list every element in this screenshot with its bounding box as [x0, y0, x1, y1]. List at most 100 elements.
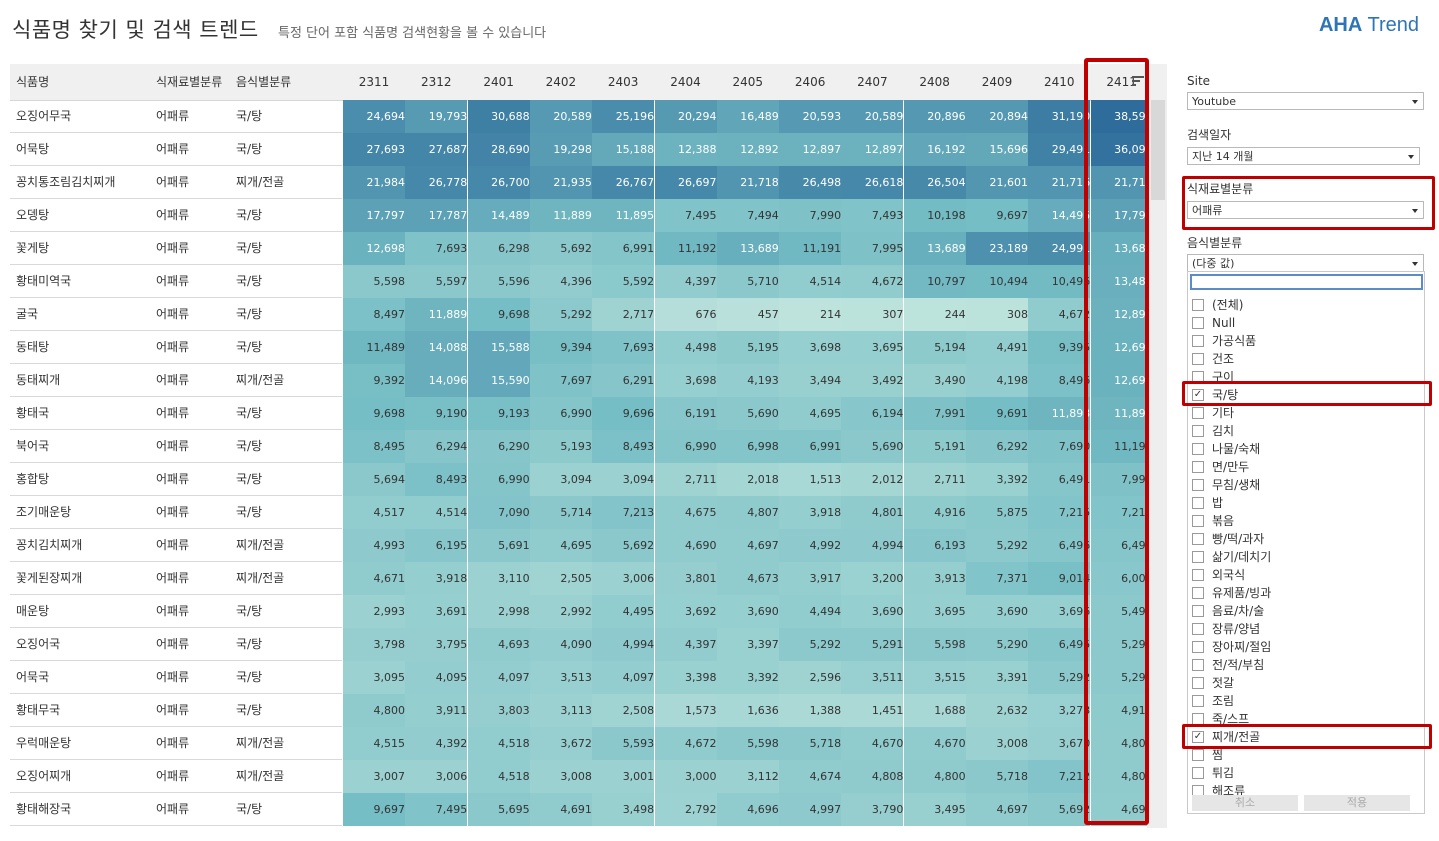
checkbox-icon[interactable]	[1192, 533, 1204, 545]
heatmap-cell[interactable]: 3,917	[779, 562, 842, 595]
table-row[interactable]: 어묵탕 어패류 국/탕 27,693 27,687 28,690 19,298 15,188 1…	[10, 133, 1167, 166]
heatmap-cell[interactable]: 4,392	[405, 727, 468, 760]
heatmap-cell[interactable]: 3,494	[779, 364, 842, 397]
heatmap-cell[interactable]: 4,514	[405, 496, 468, 529]
heatmap-cell[interactable]: 3,690	[716, 595, 779, 628]
heatmap-cell[interactable]: 4,994	[592, 628, 655, 661]
heatmap-cell[interactable]: 9,394	[529, 331, 592, 364]
table-row[interactable]: 동태탕 어패류 국/탕 11,489 14,088 15,588 9,394 7,693 4,4…	[10, 331, 1167, 364]
filter-option[interactable]: 삶기/데치기	[1190, 548, 1420, 566]
heatmap-cell[interactable]: 20,894	[966, 100, 1028, 133]
heatmap-cell[interactable]: 5,692	[529, 232, 592, 265]
filter-option[interactable]: 외국식	[1190, 566, 1420, 584]
heatmap-cell[interactable]: 5,193	[529, 430, 592, 463]
food-category-dropdown[interactable]: (다중 값)	[1187, 254, 1424, 272]
col-header-ingredient[interactable]: 식재료별분류	[156, 64, 222, 100]
filter-option[interactable]: 기타	[1190, 404, 1420, 422]
heatmap-cell[interactable]: 7,495	[405, 793, 468, 826]
heatmap-cell[interactable]: 3,913	[903, 562, 966, 595]
heatmap-cell[interactable]: 2,711	[903, 463, 966, 496]
table-row[interactable]: 동태찌개 어패류 찌개/전골 9,392 14,096 15,590 7,697 6,291 3…	[10, 364, 1167, 397]
heatmap-cell[interactable]: 5,290	[966, 628, 1028, 661]
filter-option[interactable]: 가공식품	[1190, 332, 1420, 350]
heatmap-cell[interactable]: 4,515	[343, 727, 405, 760]
heatmap-cell[interactable]: 9,691	[966, 397, 1028, 430]
checkbox-icon[interactable]	[1192, 659, 1204, 671]
table-row[interactable]: 꽃게된장찌개 어패류 찌개/전골 4,671 3,918 3,110 2,505 3,006 3…	[10, 562, 1167, 595]
heatmap-cell[interactable]: 9,190	[405, 397, 468, 430]
heatmap-cell[interactable]: 26,767	[592, 166, 655, 199]
filter-option[interactable]: 장아찌/절임	[1190, 638, 1420, 656]
heatmap-cell[interactable]: 4,808	[841, 760, 904, 793]
heatmap-cell[interactable]: 26,700	[467, 166, 530, 199]
heatmap-cell[interactable]: 20,593	[779, 100, 842, 133]
heatmap-cell[interactable]: 6,195	[405, 529, 468, 562]
heatmap-cell[interactable]: 457	[716, 298, 779, 331]
heatmap-cell[interactable]: 6,193	[903, 529, 966, 562]
table-row[interactable]: 꽁치김치찌개 어패류 찌개/전골 4,993 6,195 5,691 4,695 5,692 4…	[10, 529, 1167, 562]
heatmap-cell[interactable]: 6,294	[405, 430, 468, 463]
heatmap-cell[interactable]: 9,193	[467, 397, 530, 430]
heatmap-cell[interactable]: 5,598	[716, 727, 779, 760]
heatmap-cell[interactable]: 5,690	[716, 397, 779, 430]
checkbox-icon[interactable]	[1192, 461, 1204, 473]
heatmap-cell[interactable]: 3,918	[405, 562, 468, 595]
heatmap-cell[interactable]: 20,294	[654, 100, 717, 133]
heatmap-cell[interactable]: 5,694	[343, 463, 405, 496]
heatmap-cell[interactable]: 11,889	[405, 298, 468, 331]
heatmap-cell[interactable]: 4,800	[903, 760, 966, 793]
heatmap-cell[interactable]: 4,517	[343, 496, 405, 529]
heatmap-cell[interactable]: 2,711	[654, 463, 717, 496]
heatmap-cell[interactable]: 14,088	[405, 331, 468, 364]
heatmap-cell[interactable]: 4,671	[343, 562, 405, 595]
checkbox-icon[interactable]	[1192, 641, 1204, 653]
filter-option[interactable]: 나물/숙채	[1190, 440, 1420, 458]
heatmap-cell[interactable]: 21,718	[716, 166, 779, 199]
heatmap-cell[interactable]: 3,391	[966, 661, 1028, 694]
heatmap-cell[interactable]: 3,492	[841, 364, 904, 397]
heatmap-cell[interactable]: 14,096	[405, 364, 468, 397]
heatmap-cell[interactable]: 4,518	[467, 727, 530, 760]
filter-option[interactable]: Null	[1190, 314, 1420, 332]
checkbox-icon[interactable]	[1192, 479, 1204, 491]
heatmap-cell[interactable]: 2,018	[716, 463, 779, 496]
heatmap-cell[interactable]: 8,495	[343, 430, 405, 463]
checkbox-icon[interactable]	[1192, 407, 1204, 419]
heatmap-cell[interactable]: 2,792	[654, 793, 717, 826]
table-row[interactable]: 오징어무국 어패류 국/탕 24,694 19,793 30,688 20,589 25,19…	[10, 100, 1167, 133]
heatmap-cell[interactable]: 7,090	[467, 496, 530, 529]
heatmap-cell[interactable]: 4,675	[654, 496, 717, 529]
heatmap-cell[interactable]: 3,008	[529, 760, 592, 793]
heatmap-cell[interactable]: 29,491	[1028, 133, 1091, 166]
filter-option[interactable]: 빵/떡/과자	[1190, 530, 1420, 548]
checkbox-icon[interactable]	[1192, 587, 1204, 599]
heatmap-cell[interactable]: 4,514	[779, 265, 842, 298]
heatmap-cell[interactable]: 3,695	[841, 331, 904, 364]
heatmap-cell[interactable]: 3,695	[903, 595, 966, 628]
heatmap-cell[interactable]: 6,298	[467, 232, 530, 265]
heatmap-cell[interactable]: 5,291	[841, 628, 904, 661]
heatmap-cell[interactable]: 3,495	[903, 793, 966, 826]
checkbox-icon[interactable]	[1192, 425, 1204, 437]
heatmap-cell[interactable]: 5,194	[903, 331, 966, 364]
heatmap-cell[interactable]: 4,090	[529, 628, 592, 661]
heatmap-cell[interactable]: 5,695	[467, 793, 530, 826]
heatmap-cell[interactable]: 5,596	[467, 265, 530, 298]
heatmap-cell[interactable]: 4,993	[343, 529, 405, 562]
heatmap-cell[interactable]: 4,495	[592, 595, 655, 628]
heatmap-cell[interactable]: 6,991	[592, 232, 655, 265]
heatmap-cell[interactable]: 4,193	[716, 364, 779, 397]
options-search-input[interactable]	[1190, 274, 1423, 290]
heatmap-cell[interactable]: 1,388	[779, 694, 842, 727]
heatmap-cell[interactable]: 9,697	[966, 199, 1028, 232]
filter-option[interactable]: 면/만두	[1190, 458, 1420, 476]
heatmap-cell[interactable]: 2,992	[529, 595, 592, 628]
heatmap-cell[interactable]: 12,892	[716, 133, 779, 166]
heatmap-cell[interactable]: 4,494	[779, 595, 842, 628]
heatmap-cell[interactable]: 4,691	[529, 793, 592, 826]
checkbox-icon[interactable]	[1192, 551, 1204, 563]
heatmap-cell[interactable]: 6,990	[529, 397, 592, 430]
heatmap-cell[interactable]: 5,195	[716, 331, 779, 364]
heatmap-cell[interactable]: 3,911	[405, 694, 468, 727]
col-header-month-2[interactable]: 2401	[468, 64, 530, 100]
